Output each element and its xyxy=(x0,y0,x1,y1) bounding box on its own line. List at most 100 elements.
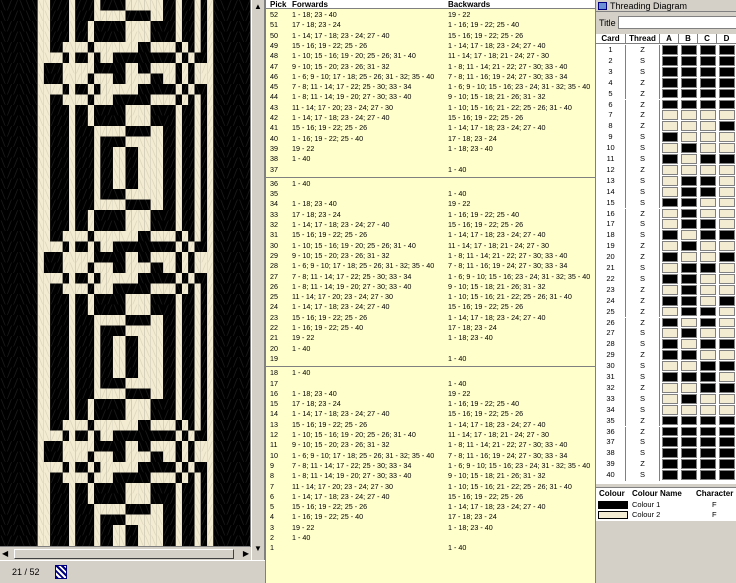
hole-cell[interactable] xyxy=(700,110,716,121)
hole-cell[interactable] xyxy=(700,415,716,426)
thread-direction[interactable]: Z xyxy=(626,164,660,176)
hole-cell[interactable] xyxy=(700,99,716,110)
hole-cell[interactable] xyxy=(719,186,735,197)
hole-cell[interactable] xyxy=(681,306,697,317)
threading-row[interactable]: 15 S xyxy=(596,197,736,209)
hole-cell[interactable] xyxy=(700,317,716,328)
threading-row[interactable]: 3S xyxy=(596,66,736,78)
table-row[interactable]: 13 15 - 16; 19 - 22; 25 - 26 1 - 14; 17 - … xyxy=(266,420,595,430)
table-row[interactable]: 45 7 - 8; 11 - 14; 17 - 22; 25 - 30; 33 -… xyxy=(266,82,595,92)
scroll-left-icon[interactable]: ◀ xyxy=(2,549,8,558)
table-row[interactable]: 12 1 - 10; 15 - 16; 19 - 20; 25 - 26; 31 … xyxy=(266,430,595,440)
hole-cell[interactable] xyxy=(700,437,716,448)
thread-direction[interactable]: S xyxy=(626,328,660,340)
hole-cell[interactable] xyxy=(700,448,716,459)
hole-cell[interactable] xyxy=(662,372,678,382)
pattern-preview[interactable] xyxy=(0,0,251,560)
hole-cell[interactable] xyxy=(700,459,716,470)
hole-cell[interactable] xyxy=(662,66,678,77)
hole-cell[interactable] xyxy=(719,110,735,121)
hole-cell[interactable] xyxy=(662,208,678,219)
hole-cell[interactable] xyxy=(700,219,716,230)
hole-cell[interactable] xyxy=(719,66,735,77)
hole-cell[interactable] xyxy=(700,186,716,197)
threading-row[interactable]: 1Z xyxy=(596,45,736,56)
table-row[interactable]: 18 1 - 40 xyxy=(266,368,595,378)
threading-row[interactable]: 8Z xyxy=(596,121,736,133)
hole-cell[interactable] xyxy=(719,448,735,459)
hole-cell[interactable] xyxy=(700,175,716,186)
hole-cell[interactable] xyxy=(719,459,735,470)
threading-row[interactable]: 5Z xyxy=(596,88,736,100)
hole-cell[interactable] xyxy=(700,121,716,132)
threading-row[interactable]: 2S xyxy=(596,55,736,67)
hole-cell[interactable] xyxy=(681,263,697,273)
thread-direction[interactable]: S xyxy=(626,470,660,481)
threading-row[interactable]: 17 S xyxy=(596,219,736,231)
hole-cell[interactable] xyxy=(719,121,735,132)
hole-cell[interactable] xyxy=(700,404,716,415)
table-row[interactable]: 15 17 - 18; 23 - 24 1 - 16; 19 - 22; 25 - … xyxy=(266,399,595,409)
threading-row[interactable]: 4Z xyxy=(596,77,736,89)
threading-row[interactable]: 9S xyxy=(596,132,736,144)
hole-cell[interactable] xyxy=(719,164,735,175)
hole-cell[interactable] xyxy=(681,99,697,110)
hole-cell[interactable] xyxy=(681,55,697,66)
hole-cell[interactable] xyxy=(700,154,716,164)
thread-direction[interactable]: S xyxy=(626,393,660,405)
thread-direction[interactable]: Z xyxy=(626,241,660,253)
thread-direction[interactable]: S xyxy=(626,372,660,383)
hole-cell[interactable] xyxy=(662,164,678,175)
hole-cell[interactable] xyxy=(681,252,697,262)
hole-cell[interactable] xyxy=(681,393,697,404)
pane-splitter[interactable]: ▲ ▼ xyxy=(251,0,265,560)
threading-row[interactable]: 33 S xyxy=(596,393,736,405)
hole-cell[interactable] xyxy=(681,459,697,470)
scroll-down-icon[interactable]: ▼ xyxy=(254,544,262,553)
hole-cell[interactable] xyxy=(700,470,716,480)
threading-row[interactable]: 7Z xyxy=(596,110,736,122)
hole-cell[interactable] xyxy=(662,459,678,470)
hole-cell[interactable] xyxy=(681,404,697,415)
threading-row[interactable]: 27 S xyxy=(596,328,736,340)
hole-cell[interactable] xyxy=(700,197,716,208)
thread-direction[interactable]: Z xyxy=(626,317,660,329)
hole-cell[interactable] xyxy=(662,45,678,55)
hole-cell[interactable] xyxy=(700,382,716,393)
backwards-column-header[interactable]: Backwards xyxy=(448,0,490,9)
hole-cell[interactable] xyxy=(662,273,678,284)
hole-cell[interactable] xyxy=(681,241,697,252)
hole-cell[interactable] xyxy=(662,306,678,317)
thread-direction[interactable]: S xyxy=(626,273,660,285)
hole-cell[interactable] xyxy=(700,66,716,77)
hole-cell[interactable] xyxy=(719,361,735,371)
threading-row[interactable]: 14 S xyxy=(596,186,736,198)
hole-cell[interactable] xyxy=(700,230,716,241)
hole-cell[interactable] xyxy=(700,164,716,175)
threading-row[interactable]: 31 S xyxy=(596,372,736,383)
thread-direction[interactable]: S xyxy=(626,66,660,78)
table-row[interactable]: 35 1 - 40 xyxy=(266,189,595,199)
hole-cell[interactable] xyxy=(700,77,716,88)
colour-row[interactable]: Colour 1 F xyxy=(596,500,736,510)
table-row[interactable]: 42 1 - 14; 17 - 18; 23 - 24; 27 - 40 15 - … xyxy=(266,113,595,123)
hole-cell[interactable] xyxy=(719,132,735,143)
table-row[interactable]: 30 1 - 10; 15 - 16; 19 - 20; 25 - 26; 31 … xyxy=(266,241,595,251)
hole-cell[interactable] xyxy=(662,132,678,143)
hole-cell[interactable] xyxy=(681,45,697,55)
thread-direction[interactable]: S xyxy=(626,404,660,416)
hole-cell[interactable] xyxy=(681,219,697,230)
hole-cell[interactable] xyxy=(719,230,735,241)
hole-cell[interactable] xyxy=(700,328,716,339)
thread-direction[interactable]: Z xyxy=(626,208,660,220)
hole-cell[interactable] xyxy=(700,306,716,317)
hole-cell[interactable] xyxy=(681,208,697,219)
table-row[interactable]: 26 1 - 8; 11 - 14; 19 - 20; 27 - 30; 33 -… xyxy=(266,282,595,292)
threading-row[interactable]: 38 S xyxy=(596,448,736,460)
hole-cell[interactable] xyxy=(700,252,716,262)
hole-cell[interactable] xyxy=(719,372,735,382)
hole-cell[interactable] xyxy=(662,197,678,208)
threading-row[interactable]: 37 S xyxy=(596,437,736,449)
hole-cell[interactable] xyxy=(681,154,697,164)
hole-cell[interactable] xyxy=(700,143,716,153)
